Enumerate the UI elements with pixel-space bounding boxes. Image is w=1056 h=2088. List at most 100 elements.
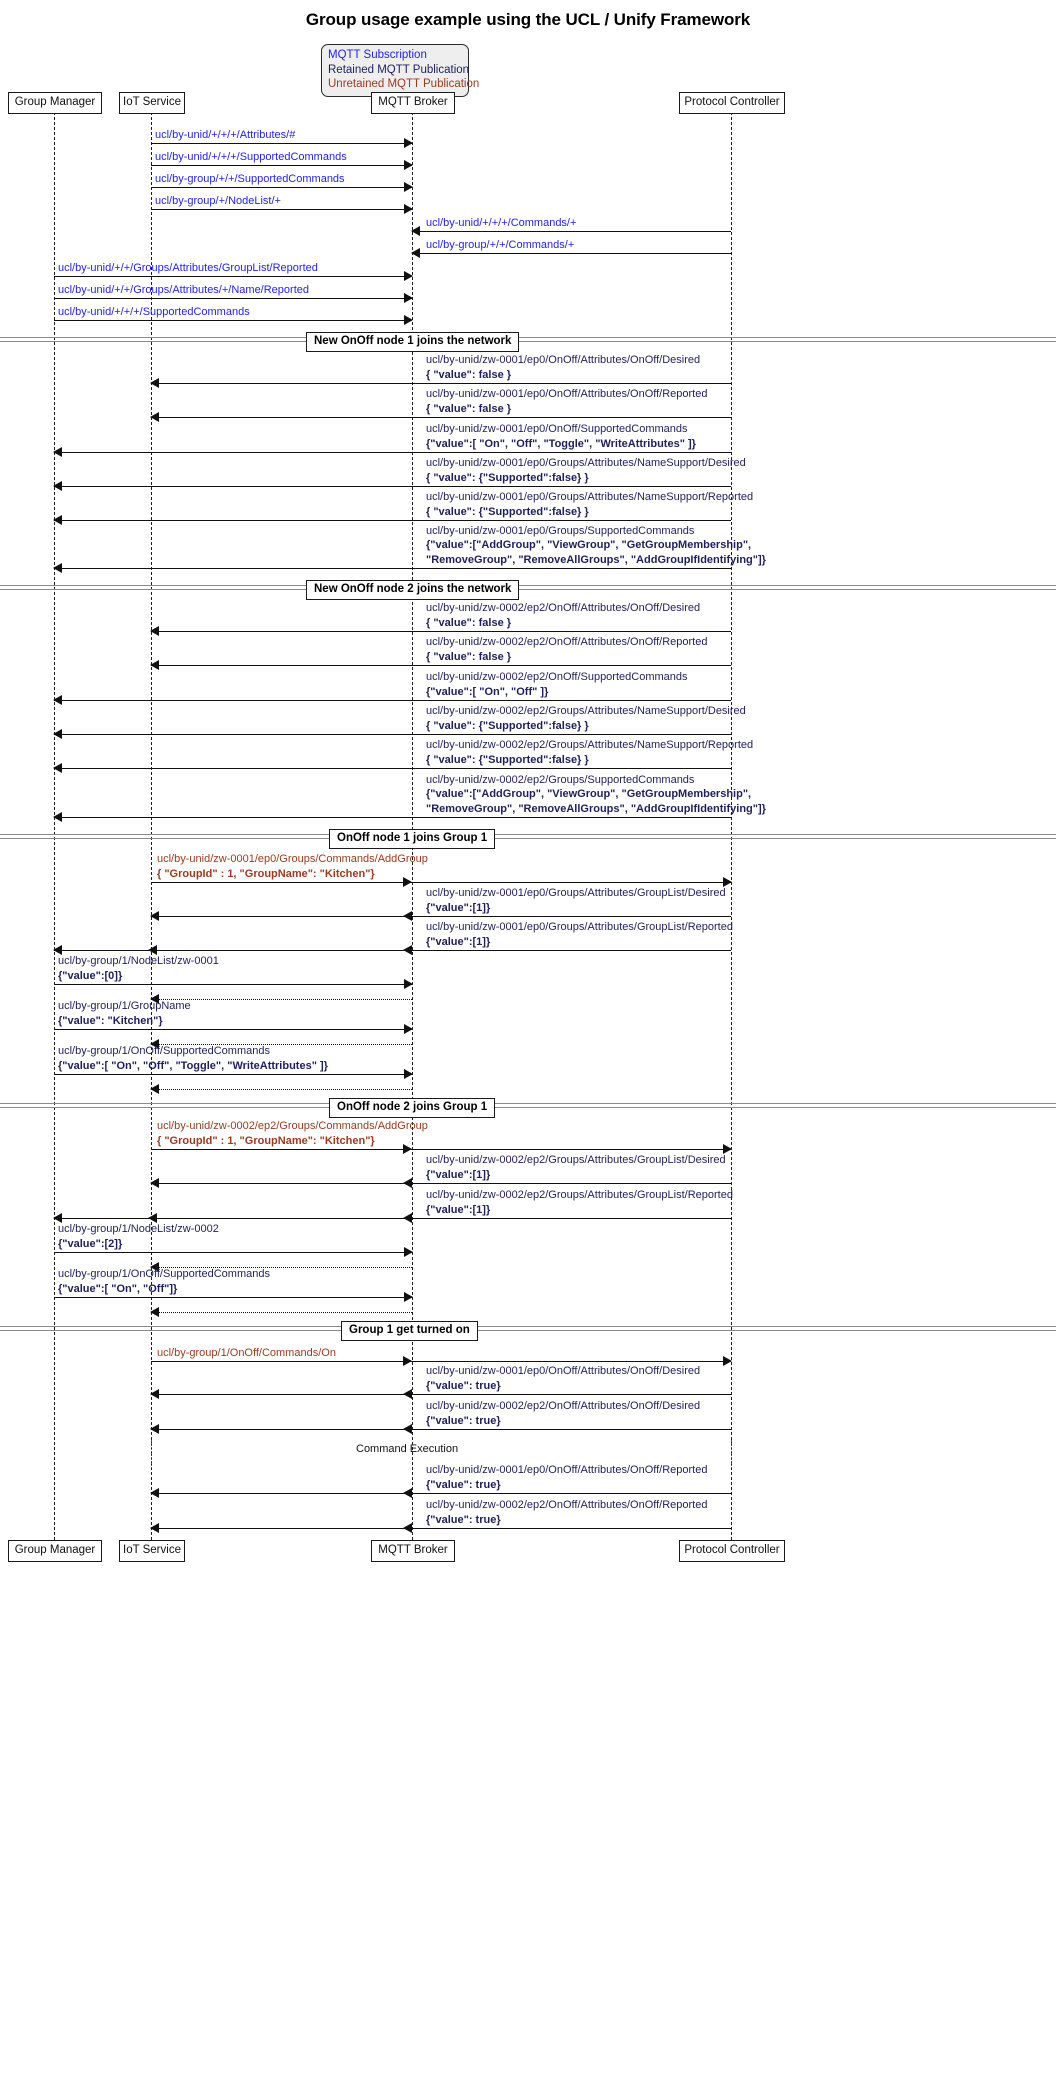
arrow-head	[53, 763, 62, 773]
message-payload: {"value": true}	[426, 1379, 501, 1392]
message-payload: { "value": {"Supported":false} }	[426, 505, 589, 518]
arrow-head	[404, 271, 413, 281]
arrow-head	[53, 729, 62, 739]
message-payload-cont: "RemoveGroup", "RemoveAllGroups", "AddGr…	[426, 553, 766, 566]
message-payload: { "value": {"Supported":false} }	[426, 471, 589, 484]
message-payload: { "value": false }	[426, 368, 512, 381]
message-label: ucl/by-unid/zw-0001/ep0/OnOff/SupportedC…	[426, 422, 696, 451]
arrow-head-mid	[403, 1523, 412, 1533]
message-payload: {"value":["AddGroup", "ViewGroup", "GetG…	[426, 788, 752, 800]
participant-mqtt-broker-bottom[interactable]: MQTT Broker	[371, 1540, 455, 1562]
arrow-head	[150, 660, 159, 670]
arrow-head	[150, 412, 159, 422]
message-line	[151, 1429, 731, 1430]
message-payload: {"value":[1]}	[426, 935, 491, 948]
message-payload: {"value":[1]}	[426, 1168, 491, 1181]
message-label: ucl/by-unid/+/+/Groups/Attributes/+/Name…	[58, 283, 309, 298]
arrow-head	[53, 481, 62, 491]
message-payload: {"value": "Kitchen"}	[58, 1014, 163, 1027]
message-line	[54, 568, 731, 569]
message-label: ucl/by-unid/+/+/+/SupportedCommands	[155, 150, 347, 165]
message-label: ucl/by-group/1/OnOff/SupportedCommands {…	[58, 1044, 328, 1073]
message-label: ucl/by-group/+/NodeList/+	[155, 194, 281, 209]
arrow-head	[723, 1356, 732, 1366]
message-topic: ucl/by-unid/zw-0002/ep2/Groups/Supported…	[426, 773, 695, 786]
arrow-head-mid	[403, 1178, 412, 1188]
message-label: ucl/by-unid/zw-0001/ep0/Groups/Attribute…	[426, 886, 726, 915]
message-line	[54, 276, 412, 277]
participant-iot-service-bottom[interactable]: IoT Service	[119, 1540, 185, 1562]
arrow-head	[53, 447, 62, 457]
message-topic: ucl/by-unid/zw-0001/ep0/OnOff/Attributes…	[426, 354, 701, 366]
message-topic: ucl/by-group/1/OnOff/SupportedCommands	[58, 1268, 270, 1280]
message-topic: ucl/by-unid/zw-0001/ep0/Groups/Supported…	[426, 524, 695, 537]
message-label: ucl/by-unid/+/+/Groups/Attributes/GroupL…	[58, 261, 318, 276]
participant-group-manager-bottom[interactable]: Group Manager	[8, 1540, 102, 1562]
arrow-head-mid	[403, 911, 412, 921]
message-line	[151, 417, 731, 418]
arrow-head	[411, 226, 420, 236]
legend-box: MQTT Subscription Retained MQTT Publicat…	[321, 44, 479, 97]
message-label: ucl/by-unid/zw-0002/ep2/OnOff/Attributes…	[426, 1498, 707, 1527]
separator-line-2	[0, 585, 1056, 590]
message-label: ucl/by-unid/+/+/+/Attributes/#	[155, 128, 295, 143]
message-label: ucl/by-group/1/GroupName {"value": "Kitc…	[58, 999, 191, 1028]
message-payload: {"value":[ "On", "Off" ]}	[426, 685, 549, 698]
participant-mqtt-broker-top[interactable]: MQTT Broker	[371, 92, 455, 114]
command-execution-label: Command Execution	[356, 1443, 459, 1455]
participant-protocol-controller-top[interactable]: Protocol Controller	[679, 92, 785, 114]
separator-label-5: Group 1 get turned on	[341, 1321, 478, 1341]
message-payload: { "value": {"Supported":false} }	[426, 719, 589, 732]
message-label: ucl/by-unid/zw-0002/ep2/Groups/Attribute…	[426, 704, 746, 733]
message-line	[151, 143, 412, 144]
arrow-head	[404, 315, 413, 325]
message-label: ucl/by-group/1/NodeList/zw-0002 {"value"…	[58, 1222, 219, 1251]
participant-iot-service-top[interactable]: IoT Service	[119, 92, 185, 114]
message-topic: ucl/by-group/+/+/SupportedCommands	[155, 172, 345, 185]
message-line	[151, 1312, 412, 1313]
separator-label-3: OnOff node 1 joins Group 1	[329, 829, 496, 849]
arrow-head-mid-broker	[403, 1213, 412, 1223]
arrow-head	[150, 1178, 159, 1188]
arrow-head	[150, 1084, 159, 1094]
message-line	[151, 383, 731, 384]
message-label: ucl/by-unid/zw-0002/ep2/OnOff/Attributes…	[426, 1399, 700, 1428]
message-topic: ucl/by-group/1/NodeList/zw-0002	[58, 1223, 219, 1235]
message-payload: { "value": false }	[426, 650, 512, 663]
message-label: ucl/by-group/1/OnOff/Commands/On	[157, 1346, 336, 1361]
message-label: ucl/by-unid/zw-0001/ep0/Groups/Attribute…	[426, 456, 746, 485]
message-line	[54, 320, 412, 321]
message-payload: { "GroupId" : 1, "GroupName": "Kitchen"}	[157, 1134, 375, 1147]
arrow-head	[404, 182, 413, 192]
message-line	[54, 520, 731, 521]
arrow-head	[150, 1389, 159, 1399]
message-label: ucl/by-unid/zw-0001/ep0/Groups/Commands/…	[157, 852, 428, 881]
message-payload: {"value": true}	[426, 1478, 501, 1491]
arrow-head	[150, 1488, 159, 1498]
message-line	[151, 1493, 731, 1494]
message-payload: {"value": true}	[426, 1414, 501, 1427]
message-topic: ucl/by-unid/zw-0001/ep0/OnOff/Attributes…	[426, 388, 708, 400]
arrow-head	[404, 1024, 413, 1034]
arrow-head	[150, 378, 159, 388]
message-label: ucl/by-unid/zw-0002/ep2/Groups/Commands/…	[157, 1119, 428, 1148]
message-line	[151, 165, 412, 166]
arrow-head	[404, 1292, 413, 1302]
message-topic: ucl/by-group/+/+/Commands/+	[426, 238, 575, 251]
message-topic: ucl/by-unid/+/+/+/Commands/+	[426, 216, 577, 229]
message-topic: ucl/by-group/1/OnOff/SupportedCommands	[58, 1045, 270, 1057]
command-execution-dots-left	[151, 1440, 152, 1468]
message-topic: ucl/by-unid/zw-0002/ep2/Groups/Commands/…	[157, 1120, 428, 1132]
separator-line-3	[0, 834, 1056, 839]
message-topic: ucl/by-unid/zw-0002/ep2/OnOff/SupportedC…	[426, 671, 688, 683]
arrow-head-mid	[403, 1356, 412, 1366]
message-line	[151, 209, 412, 210]
participant-group-manager-top[interactable]: Group Manager	[8, 92, 102, 114]
arrow-head-mid	[403, 1488, 412, 1498]
participant-protocol-controller-bottom[interactable]: Protocol Controller	[679, 1540, 785, 1562]
message-topic: ucl/by-unid/zw-0001/ep0/Groups/Attribute…	[426, 491, 754, 503]
message-line	[54, 1252, 412, 1253]
message-label: ucl/by-unid/zw-0001/ep0/OnOff/Attributes…	[426, 1364, 700, 1393]
message-topic: ucl/by-unid/zw-0001/ep0/OnOff/SupportedC…	[426, 423, 688, 435]
message-line	[54, 298, 412, 299]
